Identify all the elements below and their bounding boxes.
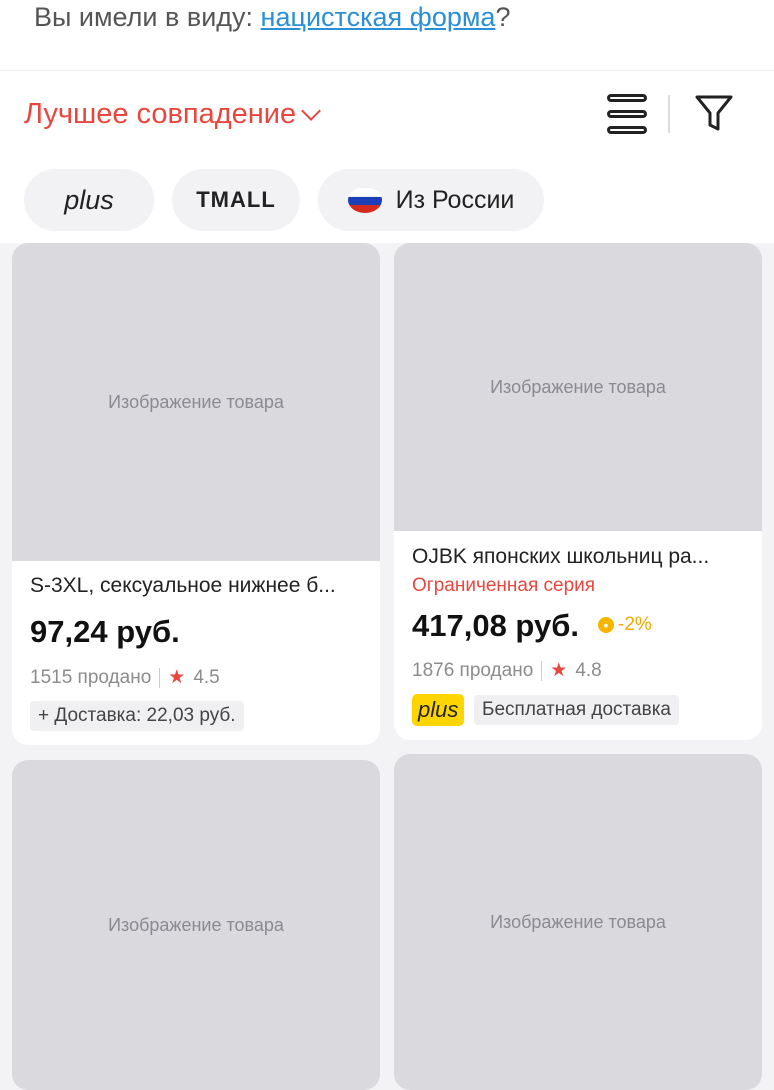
product-image-placeholder[interactable]: Изображение товара xyxy=(394,754,762,1090)
chip-russia-label: Из России xyxy=(395,185,515,214)
suggestion-suffix: ? xyxy=(495,2,511,32)
stats-divider xyxy=(159,667,161,688)
star-icon: ★ xyxy=(168,667,186,688)
filter-chips: plus TMALL Из России xyxy=(24,169,544,231)
chevron-down-icon xyxy=(301,100,322,121)
chip-plus[interactable]: plus xyxy=(24,169,154,231)
chip-plus-label: plus xyxy=(64,184,114,215)
product-image-placeholder[interactable]: Изображение товара xyxy=(12,760,380,1090)
sort-dropdown[interactable]: Лучшее совпадение xyxy=(24,98,322,131)
toolbar-divider xyxy=(668,95,670,133)
chip-tmall[interactable]: TMALL xyxy=(172,169,300,231)
results-toolbar: Лучшее совпадение plus TMALL Из России xyxy=(0,71,774,243)
coin-icon: • xyxy=(598,617,614,633)
filter-icon[interactable] xyxy=(694,93,734,135)
sold-count: 1515 продано xyxy=(30,666,152,688)
list-view-icon[interactable] xyxy=(607,94,647,134)
delivery-badge: Бесплатная доставка xyxy=(474,695,679,725)
product-image-placeholder[interactable]: Изображение товара xyxy=(12,243,380,561)
discount-value: -2% xyxy=(618,614,652,635)
product-card[interactable]: Изображение товара OJBK японских школьни… xyxy=(394,243,762,740)
search-suggestion-bar: Вы имели в виду: нацистская форма? xyxy=(0,0,774,71)
did-you-mean-text: Вы имели в виду: нацистская форма? xyxy=(34,2,510,33)
product-price: 417,08 руб. xyxy=(412,608,579,643)
star-icon: ★ xyxy=(550,660,568,681)
product-stats: 1876 продано ★ 4.8 xyxy=(412,659,602,682)
discount-badge: • -2% xyxy=(598,614,652,636)
russia-flag-icon xyxy=(347,187,382,213)
sold-count: 1876 продано xyxy=(412,659,534,681)
product-title: OJBK японских школьниц ра... xyxy=(412,545,710,568)
chip-tmall-label: TMALL xyxy=(196,187,276,212)
plus-badge: plus xyxy=(412,694,465,726)
product-card[interactable]: Изображение товара xyxy=(12,760,380,1090)
product-card[interactable]: Изображение товара xyxy=(394,754,762,1090)
rating-value: 4.5 xyxy=(193,666,220,688)
product-card[interactable]: Изображение товара S-3XL, сексуальное ни… xyxy=(12,243,380,745)
suggestion-prefix: Вы имели в виду: xyxy=(34,2,261,32)
product-stats: 1515 продано ★ 4.5 xyxy=(30,666,220,689)
product-price: 97,24 руб. xyxy=(30,614,180,649)
sort-label: Лучшее совпадение xyxy=(24,98,297,130)
limited-edition-label: Ограниченная серия xyxy=(412,575,596,596)
suggestion-link[interactable]: нацистская форма xyxy=(261,2,496,32)
chip-from-russia[interactable]: Из России xyxy=(318,169,544,231)
delivery-badge: + Доставка: 22,03 руб. xyxy=(30,701,244,731)
product-image-placeholder[interactable]: Изображение товара xyxy=(394,243,762,531)
product-title: S-3XL, сексуальное нижнее б... xyxy=(30,574,336,597)
stats-divider xyxy=(541,660,543,681)
rating-value: 4.8 xyxy=(575,659,602,681)
